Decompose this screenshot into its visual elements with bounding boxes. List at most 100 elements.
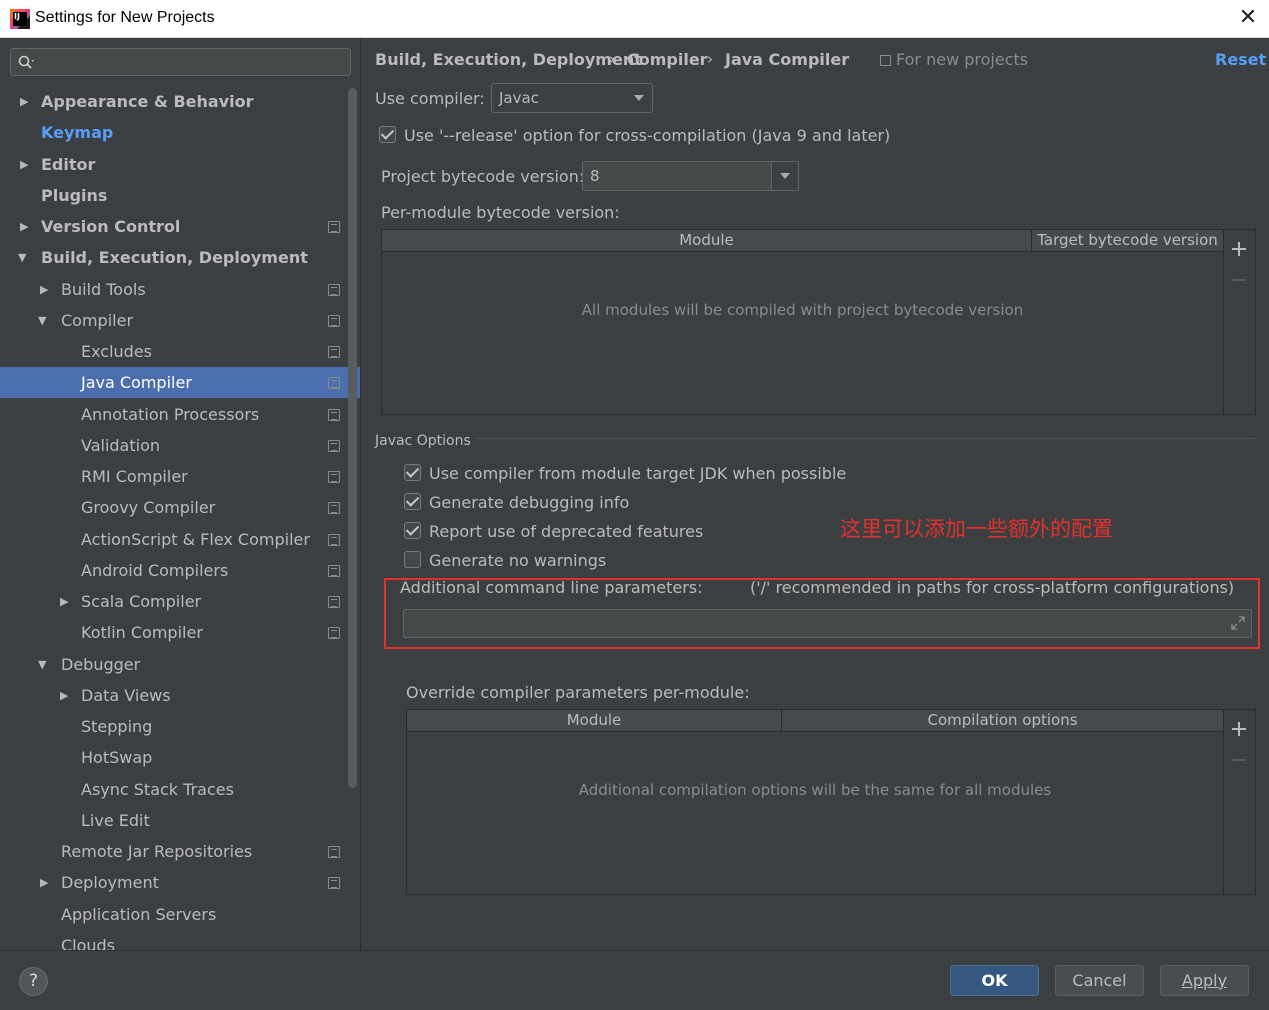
sidebar-item-label: Async Stack Traces: [81, 780, 234, 799]
column-header-module[interactable]: Module: [382, 230, 1032, 252]
apply-button[interactable]: Apply: [1160, 965, 1249, 996]
sidebar-item-label: Build, Execution, Deployment: [41, 248, 308, 267]
release-option-checkbox[interactable]: [379, 126, 396, 143]
help-button[interactable]: ?: [19, 967, 48, 996]
project-scope-icon: [328, 315, 340, 327]
collapse-arrow-icon[interactable]: ▼: [38, 305, 46, 336]
expand-arrow-icon[interactable]: ▶: [20, 86, 28, 117]
sidebar-item-data-views[interactable]: ▶ Data Views: [0, 680, 360, 711]
sidebar-item-label: Android Compilers: [81, 561, 229, 580]
sidebar-item-label: Clouds: [61, 936, 116, 950]
sidebar-item-build-tools[interactable]: ▶ Build Tools: [0, 274, 360, 305]
annotation-text: 这里可以添加一些额外的配置: [840, 517, 1113, 541]
sidebar-item-compiler[interactable]: ▼ Compiler: [0, 305, 360, 336]
project-bytecode-combo[interactable]: 8: [582, 161, 799, 191]
column-header-module[interactable]: Module: [407, 710, 782, 732]
sidebar-item-label: Validation: [81, 436, 161, 455]
deprecated-features-label: Report use of deprecated features: [429, 522, 704, 541]
expand-arrow-icon[interactable]: ▶: [20, 149, 28, 180]
search-input[interactable]: [10, 48, 351, 76]
breadcrumb-item-compiler[interactable]: Compiler: [627, 50, 708, 69]
project-scope-icon: [328, 346, 340, 358]
breadcrumb-separator: ›: [609, 50, 615, 68]
project-scope-icon: [880, 55, 891, 66]
sidebar-item-groovy-compiler[interactable]: Groovy Compiler: [0, 492, 360, 523]
project-scope-icon: [328, 377, 340, 389]
sidebar-item-deployment[interactable]: ▶ Deployment: [0, 867, 360, 898]
column-header-compilation-options[interactable]: Compilation options: [782, 710, 1223, 732]
sidebar-item-remote-jar-repositories[interactable]: Remote Jar Repositories: [0, 836, 360, 867]
expand-arrow-icon[interactable]: ▶: [20, 211, 28, 242]
use-compiler-dropdown[interactable]: Javac: [491, 83, 653, 113]
project-bytecode-dropdown-button[interactable]: [771, 162, 798, 190]
project-scope-icon: [328, 502, 340, 514]
sidebar-item-version-control[interactable]: ▶ Version Control: [0, 211, 360, 242]
settings-content-panel: Build, Execution, Deployment › Compiler …: [362, 38, 1269, 950]
expand-arrow-icon[interactable]: ▶: [40, 867, 48, 898]
add-icon[interactable]: [1232, 242, 1246, 256]
sidebar-item-validation[interactable]: Validation: [0, 430, 360, 461]
dropdown-arrow-icon: [634, 95, 644, 101]
module-target-jdk-checkbox[interactable]: [404, 464, 421, 481]
sidebar-item-plugins[interactable]: Plugins: [0, 180, 360, 211]
sidebar-item-label: Remote Jar Repositories: [61, 842, 253, 861]
override-params-table[interactable]: Module Compilation options Additional co…: [406, 709, 1224, 895]
sidebar-item-label: Stepping: [81, 717, 153, 736]
sidebar-item-editor[interactable]: ▶ Editor: [0, 149, 360, 180]
project-scope-icon: [328, 596, 340, 608]
override-table-toolbar: [1224, 709, 1256, 895]
project-scope-icon: [328, 221, 340, 233]
sidebar-item-java-compiler[interactable]: Java Compiler: [0, 367, 360, 398]
per-module-bytecode-label: Per-module bytecode version:: [381, 203, 620, 222]
section-divider: [475, 438, 1255, 439]
sidebar-scrollbar[interactable]: [348, 88, 357, 788]
sidebar-item-debugger[interactable]: ▼ Debugger: [0, 649, 360, 680]
expand-arrow-icon[interactable]: ▶: [60, 586, 68, 617]
expand-arrow-icon[interactable]: ▶: [60, 680, 68, 711]
project-scope-icon: [328, 440, 340, 452]
sidebar-item-build-execution-deployment[interactable]: ▼ Build, Execution, Deployment: [0, 242, 360, 273]
debugging-info-checkbox[interactable]: [404, 493, 421, 510]
project-scope-icon: [328, 534, 340, 546]
use-compiler-value: Javac: [499, 89, 539, 107]
remove-icon[interactable]: [1232, 759, 1246, 761]
reset-link[interactable]: Reset: [1215, 50, 1266, 69]
sidebar-item-keymap[interactable]: Keymap: [0, 117, 360, 148]
ok-button[interactable]: OK: [950, 965, 1039, 996]
close-icon[interactable]: ✕: [1235, 5, 1261, 31]
sidebar-item-scala-compiler[interactable]: ▶ Scala Compiler: [0, 586, 360, 617]
per-module-bytecode-table[interactable]: Module Target bytecode version All modul…: [381, 229, 1224, 415]
sidebar-item-actionscript-flex-compiler[interactable]: ActionScript & Flex Compiler: [0, 524, 360, 555]
empty-table-text: Additional compilation options will be t…: [578, 781, 1052, 799]
sidebar-item-application-servers[interactable]: Application Servers: [0, 899, 360, 930]
sidebar-item-label: Build Tools: [61, 280, 146, 299]
sidebar-item-label: RMI Compiler: [81, 467, 188, 486]
sidebar-item-android-compilers[interactable]: Android Compilers: [0, 555, 360, 586]
breadcrumb-item-build[interactable]: Build, Execution, Deployment: [375, 50, 642, 69]
sidebar-item-async-stack-traces[interactable]: Async Stack Traces: [0, 774, 360, 805]
no-warnings-checkbox[interactable]: [404, 551, 421, 568]
scope-indicator: For new projects: [880, 50, 1028, 69]
remove-icon[interactable]: [1232, 279, 1246, 281]
sidebar-item-annotation-processors[interactable]: Annotation Processors: [0, 399, 360, 430]
sidebar-item-label: Appearance & Behavior: [41, 92, 254, 111]
sidebar-item-hotswap[interactable]: HotSwap: [0, 742, 360, 773]
add-icon[interactable]: [1232, 722, 1246, 736]
project-bytecode-value[interactable]: 8: [590, 167, 600, 185]
sidebar-item-label: Version Control: [41, 217, 181, 236]
expand-arrow-icon[interactable]: ▶: [40, 274, 48, 305]
column-header-target-bytecode[interactable]: Target bytecode version: [1032, 230, 1223, 252]
sidebar-item-live-edit[interactable]: Live Edit: [0, 805, 360, 836]
settings-sidebar: ▶ Appearance & Behavior Keymap ▶ Editor …: [0, 38, 361, 950]
sidebar-item-clouds[interactable]: Clouds: [0, 930, 360, 950]
project-scope-icon: [328, 284, 340, 296]
sidebar-item-stepping[interactable]: Stepping: [0, 711, 360, 742]
cancel-button[interactable]: Cancel: [1055, 965, 1144, 996]
sidebar-item-appearance-behavior[interactable]: ▶ Appearance & Behavior: [0, 86, 360, 117]
collapse-arrow-icon[interactable]: ▼: [18, 242, 26, 273]
collapse-arrow-icon[interactable]: ▼: [38, 649, 46, 680]
sidebar-item-rmi-compiler[interactable]: RMI Compiler: [0, 461, 360, 492]
sidebar-item-kotlin-compiler[interactable]: Kotlin Compiler: [0, 617, 360, 648]
sidebar-item-excludes[interactable]: Excludes: [0, 336, 360, 367]
deprecated-features-checkbox[interactable]: [404, 522, 421, 539]
